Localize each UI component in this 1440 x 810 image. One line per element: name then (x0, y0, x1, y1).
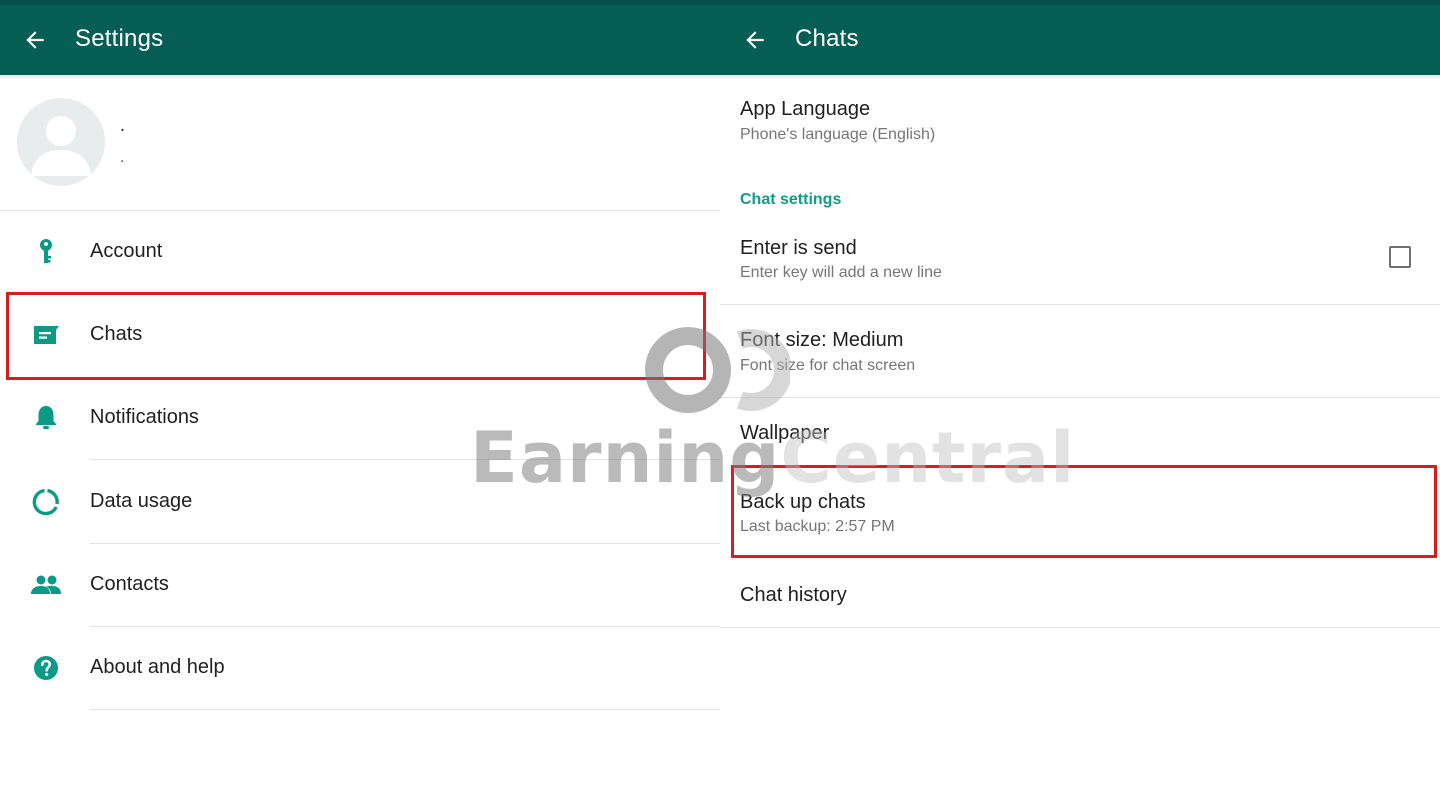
divider (720, 304, 1440, 305)
setting-title: Font size: Medium (740, 329, 904, 351)
setting-title: Wallpaper (740, 422, 830, 444)
avatar[interactable] (17, 98, 105, 186)
setting-title: Chat history (740, 584, 847, 606)
setting-title: Enter is send (740, 237, 857, 259)
settings-item-notifications[interactable]: Notifications (0, 377, 720, 460)
setting-title: App Language (740, 98, 871, 120)
setting-back-up-chats[interactable]: Back up chats Last backup: 2:57 PM (720, 467, 1440, 559)
person-icon (31, 116, 91, 176)
page-title: Chats (795, 25, 859, 52)
setting-enter-is-send[interactable]: Enter is send Enter key will add a new l… (720, 218, 1440, 305)
contacts-icon (31, 575, 61, 594)
enter-is-send-checkbox[interactable] (1389, 246, 1411, 268)
setting-subtitle: Last backup: 2:57 PM (740, 518, 895, 535)
back-arrow-icon[interactable] (742, 27, 768, 53)
help-icon (34, 656, 58, 680)
settings-item-chats[interactable]: Chats (0, 294, 720, 377)
settings-item-label: Contacts (90, 573, 169, 595)
setting-subtitle: Phone's language (English) (740, 126, 936, 143)
chats-app-bar: Chats (720, 0, 1440, 75)
divider (90, 459, 720, 460)
data-usage-icon (32, 488, 59, 516)
settings-app-bar: Settings (0, 0, 720, 75)
divider (90, 709, 720, 710)
settings-item-contacts[interactable]: Contacts (0, 544, 720, 627)
back-arrow-icon[interactable] (22, 27, 48, 53)
settings-item-label: Account (90, 240, 163, 262)
profile-header[interactable]: . . (0, 75, 720, 211)
bell-icon (36, 406, 56, 429)
settings-item-label: Chats (90, 323, 143, 345)
setting-font-size[interactable]: Font size: Medium Font size for chat scr… (720, 306, 1440, 398)
settings-item-label: About and help (90, 656, 225, 678)
section-header-chat-settings: Chat settings (740, 191, 842, 208)
setting-subtitle: Font size for chat screen (740, 357, 916, 374)
profile-name: . (120, 115, 126, 135)
settings-item-account[interactable]: Account (0, 211, 720, 294)
chat-icon (34, 326, 59, 344)
divider (720, 397, 1440, 398)
page-title: Settings (75, 25, 164, 52)
setting-wallpaper[interactable]: Wallpaper (720, 399, 1440, 467)
profile-status: . (120, 149, 125, 166)
settings-item-label: Notifications (90, 406, 199, 428)
setting-chat-history[interactable]: Chat history (720, 560, 1440, 628)
settings-item-label: Data usage (90, 490, 193, 512)
setting-app-language[interactable]: App Language Phone's language (English) (720, 78, 1440, 170)
settings-screen: Settings . . Account Chats Notifications… (0, 0, 720, 810)
settings-item-data-usage[interactable]: Data usage (0, 461, 720, 544)
setting-title: Back up chats (740, 491, 866, 513)
settings-item-about-and-help[interactable]: About and help (0, 627, 720, 710)
chats-settings-screen: Chats App Language Phone's language (Eng… (720, 0, 1440, 810)
key-icon (40, 239, 52, 263)
divider (720, 627, 1440, 628)
setting-subtitle: Enter key will add a new line (740, 264, 942, 281)
